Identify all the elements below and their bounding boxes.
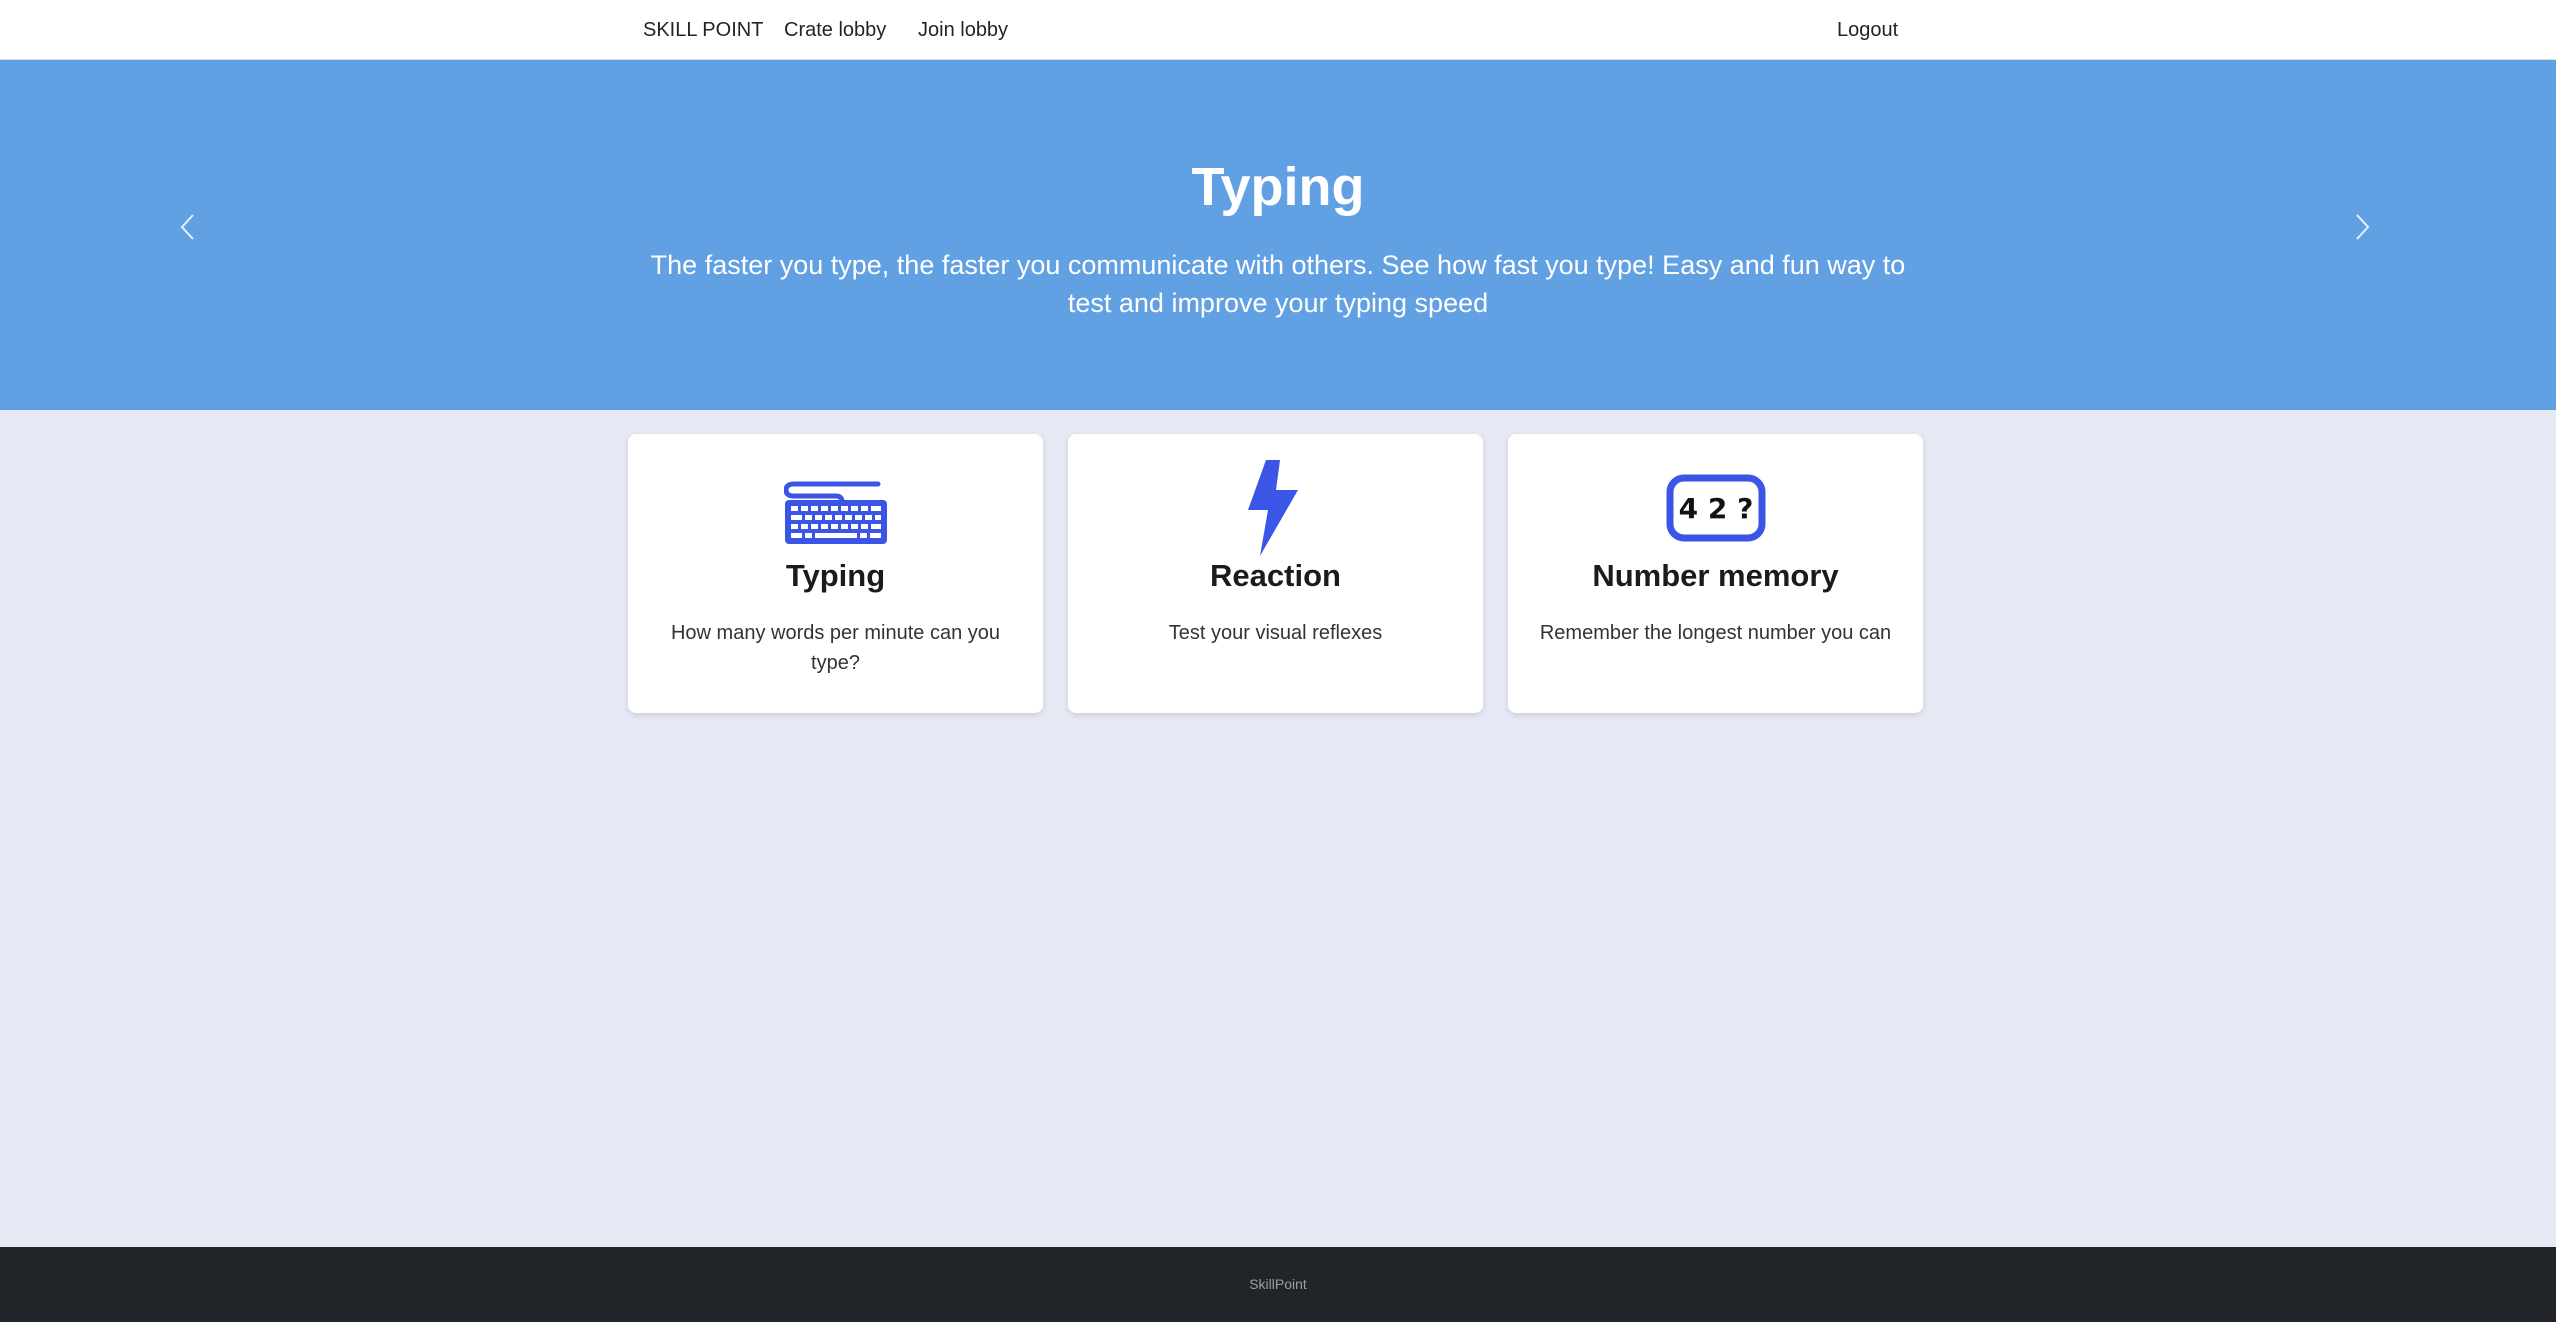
- typing-card[interactable]: Typing How many words per minute can you…: [628, 434, 1043, 713]
- typing-card-title: Typing: [785, 558, 886, 593]
- top-navbar: SKILL POINT Crate lobby Join lobby Logou…: [0, 0, 2556, 60]
- hero-description: The faster you type, the faster you comm…: [650, 250, 1906, 318]
- number-memory-card-description: Remember the longest number you can: [1539, 622, 1892, 644]
- join-lobby-link[interactable]: Join lobby: [918, 0, 1008, 60]
- number-memory-icon-text: 4 2 ?: [1678, 492, 1753, 525]
- brand-link[interactable]: SKILL POINT: [643, 0, 763, 60]
- number-memory-card[interactable]: 4 2 ? Number memory Remember the longest…: [1508, 434, 1923, 713]
- footer: SkillPoint: [0, 1247, 2556, 1322]
- create-lobby-link[interactable]: Crate lobby: [784, 0, 886, 60]
- reaction-card-description: Test your visual reflexes: [1168, 622, 1383, 644]
- lightning-icon: [1068, 458, 1483, 558]
- logout-link[interactable]: Logout: [1837, 0, 1898, 60]
- number-memory-card-title: Number memory: [1592, 558, 1839, 593]
- footer-text: SkillPoint: [1249, 1276, 1307, 1292]
- reaction-card[interactable]: Reaction Test your visual reflexes: [1068, 434, 1483, 713]
- number-memory-icon: 4 2 ?: [1508, 458, 1923, 558]
- typing-card-description: How many words per minute can you type?: [670, 622, 1001, 674]
- hero-carousel: Typing The faster you type, the faster y…: [0, 60, 2556, 410]
- keyboard-icon: [628, 458, 1043, 558]
- reaction-card-title: Reaction: [1210, 558, 1341, 593]
- chevron-right-icon: [2356, 214, 2370, 240]
- carousel-next-button[interactable]: [2337, 202, 2387, 252]
- hero-title: Typing: [1191, 157, 1365, 217]
